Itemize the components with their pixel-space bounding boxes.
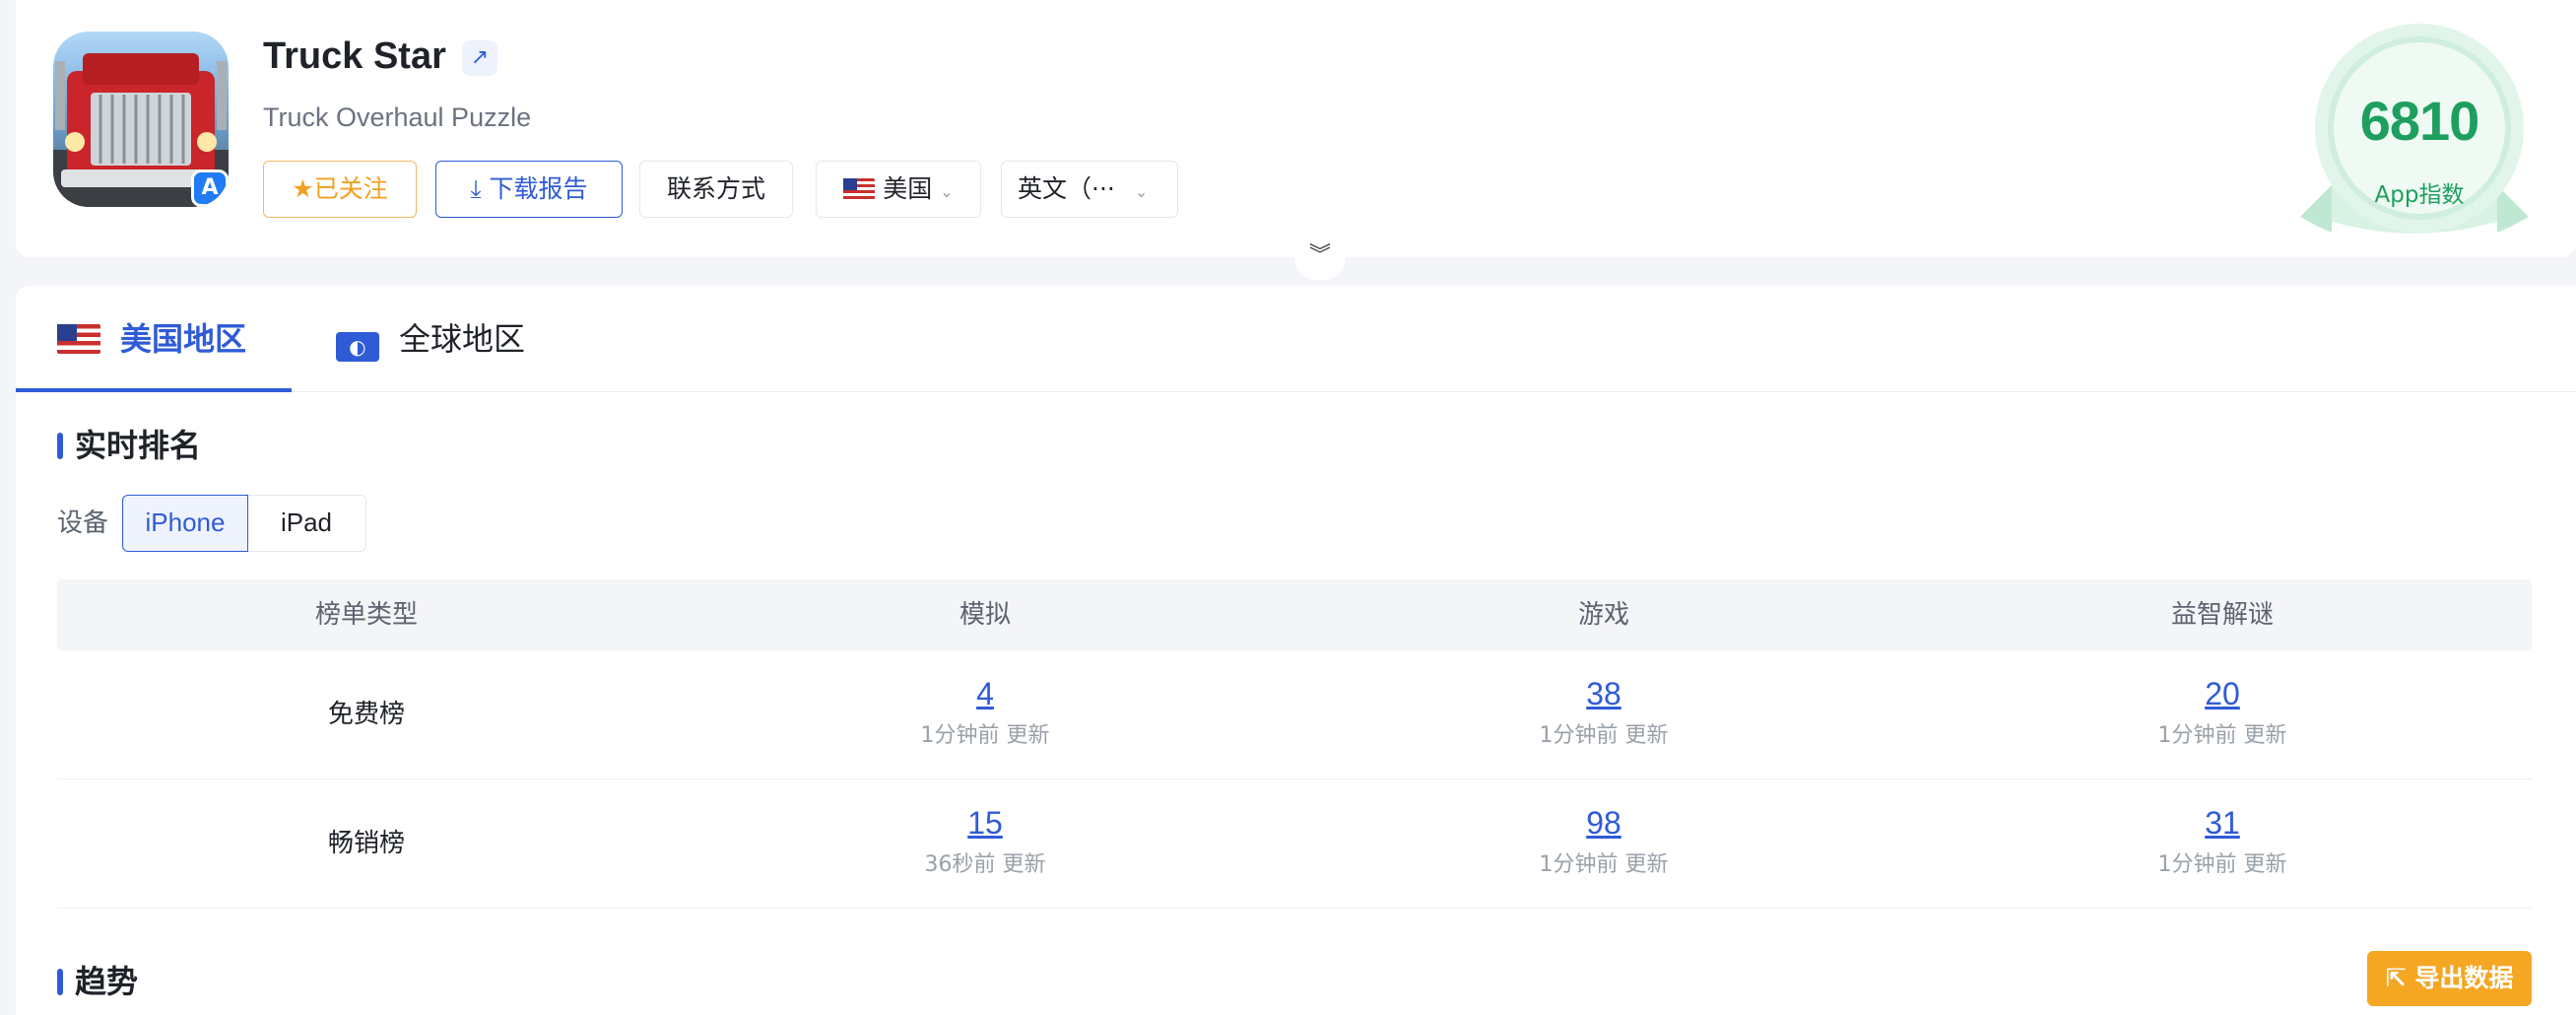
rank-link[interactable]: 4 [676, 674, 1294, 713]
app-header: A Truck Star ↗ Truck Overhaul Puzzle ★已关… [16, 0, 2576, 257]
download-label: 下载报告 [489, 174, 588, 203]
updated-time: 1分钟前 更新 [920, 723, 1050, 748]
rank-cell: 98 1分钟前 更新 [1294, 779, 1913, 908]
rank-cell: 20 1分钟前 更新 [1913, 650, 2532, 778]
language-value: 英文（··· [1018, 174, 1115, 203]
country-value: 美国 [883, 174, 933, 203]
country-select[interactable]: 美国 ⌄ [816, 161, 981, 218]
column-header: 益智解谜 [2170, 600, 2274, 630]
app-score-badge: 6810 App指数 [2272, 24, 2557, 260]
expand-toggle-icon[interactable]: ︾ [1294, 237, 1346, 280]
export-icon: ⇱ [2385, 964, 2415, 992]
export-label: 导出数据 [2414, 964, 2514, 992]
main-panel: 美国地区 ◐ 全球地区 实时排名 设备 iPhone iPad 榜单类型 模拟 游… [16, 286, 2576, 1015]
tab-us-region[interactable]: 美国地区 [16, 286, 292, 392]
updated-time: 1分钟前 更新 [1539, 723, 1669, 748]
device-iphone-toggle[interactable]: iPhone [122, 495, 248, 552]
rank-cell: 31 1分钟前 更新 [1913, 779, 2532, 908]
region-tabs: 美国地区 ◐ 全球地区 [16, 286, 2576, 392]
updated-time: 1分钟前 更新 [2157, 852, 2287, 877]
column-header: 榜单类型 [314, 600, 418, 630]
table-header: 榜单类型 模拟 游戏 益智解谜 [57, 579, 2532, 650]
tab-label: 美国地区 [120, 320, 247, 358]
app-store-icon: A [191, 169, 229, 207]
column-header: 模拟 [958, 600, 1011, 630]
tab-label: 全球地区 [399, 320, 526, 358]
language-select[interactable]: 英文（··· ⌄ [1001, 161, 1178, 218]
globe-icon: ◐ [336, 332, 379, 362]
download-icon: ⤓ [470, 174, 490, 203]
chevron-down-icon: ⌄ [1134, 182, 1149, 201]
follow-button[interactable]: ★已关注 [263, 161, 417, 218]
column-header: 游戏 [1577, 600, 1629, 630]
device-label: 设备 [57, 508, 109, 538]
follow-label: 已关注 [313, 174, 388, 203]
chart-type-label: 免费榜 [327, 700, 405, 729]
updated-time: 36秒前 更新 [924, 852, 1046, 877]
app-icon[interactable]: A [53, 32, 229, 207]
rank-link[interactable]: 15 [676, 803, 1294, 843]
chart-type-label: 畅销榜 [327, 829, 405, 858]
trend-title: 趋势 [57, 962, 138, 1001]
rank-link[interactable]: 20 [1913, 674, 2532, 713]
external-link-icon[interactable]: ↗ [462, 40, 497, 76]
chevron-down-icon: ⌄ [940, 182, 954, 201]
score-label: App指数 [2374, 182, 2465, 208]
table-row: 免费榜 4 1分钟前 更新 38 1分钟前 更新 20 1分钟前 更新 [57, 650, 2532, 779]
device-ipad-toggle[interactable]: iPad [246, 495, 366, 552]
updated-time: 1分钟前 更新 [1539, 852, 1669, 877]
rank-link[interactable]: 38 [1294, 674, 1913, 713]
us-flag-icon [57, 324, 100, 354]
app-title: Truck Star [263, 35, 446, 77]
rank-cell: 4 1分钟前 更新 [676, 650, 1294, 778]
download-report-button[interactable]: ⤓ 下载报告 [435, 161, 623, 218]
export-data-button[interactable]: ⇱ 导出数据 [2367, 951, 2532, 1006]
rank-cell: 38 1分钟前 更新 [1294, 650, 1913, 778]
app-subtitle: Truck Overhaul Puzzle [263, 102, 532, 132]
table-row: 畅销榜 15 36秒前 更新 98 1分钟前 更新 31 1分钟前 更新 [57, 779, 2532, 909]
score-value: 6810 [2359, 90, 2480, 152]
star-icon: ★ [292, 174, 314, 203]
us-flag-icon [843, 178, 876, 200]
rank-link[interactable]: 98 [1294, 803, 1913, 843]
rank-link[interactable]: 31 [1913, 803, 2532, 843]
ranking-table: 榜单类型 模拟 游戏 益智解谜 免费榜 4 1分钟前 更新 38 1分钟前 更新… [57, 579, 2532, 909]
realtime-ranking-title: 实时排名 [57, 426, 201, 465]
rank-cell: 15 36秒前 更新 [676, 779, 1294, 908]
tab-global-region[interactable]: ◐ 全球地区 [336, 286, 572, 392]
updated-time: 1分钟前 更新 [2157, 723, 2287, 748]
contact-button[interactable]: 联系方式 [639, 161, 793, 218]
